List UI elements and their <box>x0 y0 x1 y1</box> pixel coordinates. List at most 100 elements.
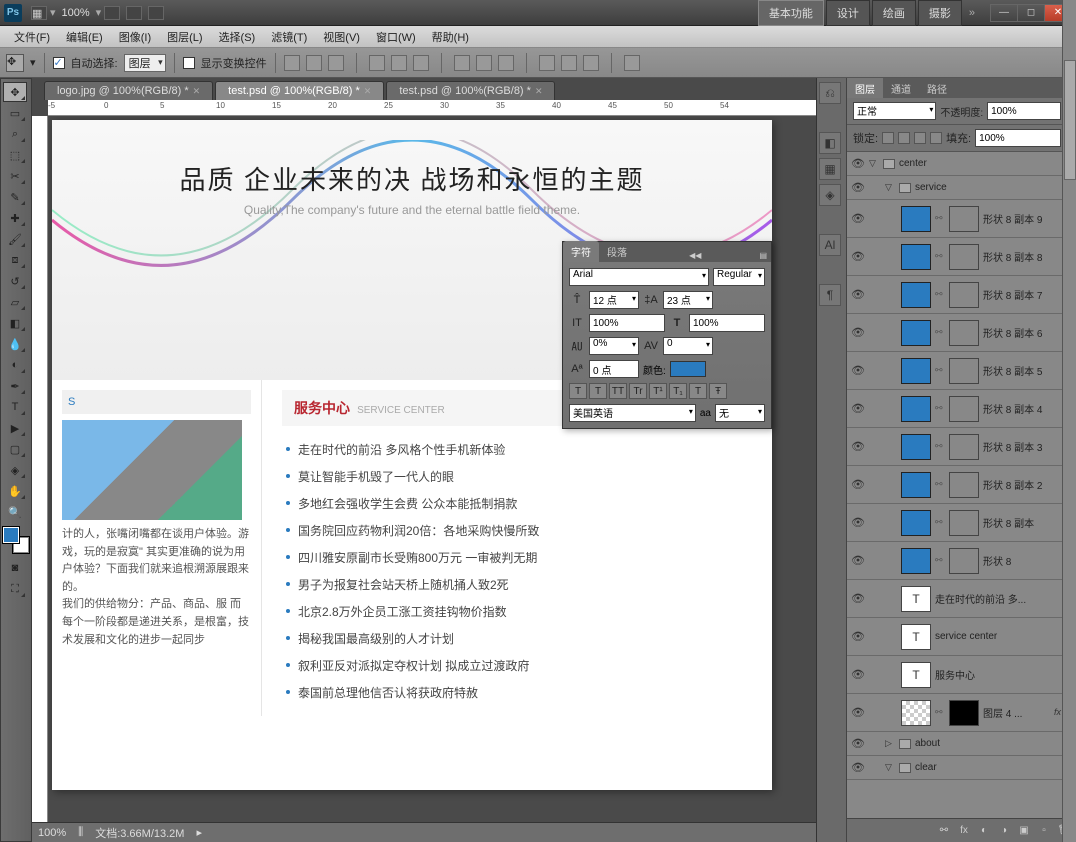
visibility-icon[interactable]: 👁 <box>851 402 865 416</box>
layer-row[interactable]: 👁 ⚯ 形状 8 副本 8 <box>847 238 1076 276</box>
document-tab[interactable]: test.psd @ 100%(RGB/8) *✕ <box>215 81 384 100</box>
status-zoom[interactable]: 100% <box>38 827 66 839</box>
horizontal-ruler[interactable]: -50510152025303540455054 <box>48 100 816 116</box>
layer-row[interactable]: 👁⚯形状 8 副本 4 <box>847 390 1076 428</box>
brush-tool[interactable]: 🖌 <box>3 229 27 249</box>
gradient-tool[interactable]: ◧ <box>3 313 27 333</box>
mask-thumbnail[interactable] <box>949 472 979 498</box>
font-size-select[interactable]: 12 点 <box>589 291 639 309</box>
link-icon[interactable]: ⚯ <box>935 213 945 224</box>
auto-select-checkbox[interactable] <box>53 57 65 69</box>
expand-icon[interactable]: ▽ <box>869 158 879 169</box>
arrow-down-icon[interactable]: ▾ <box>96 6 102 19</box>
distribute-top-icon[interactable] <box>454 55 470 71</box>
layer-name[interactable]: clear <box>915 762 1072 773</box>
visibility-icon[interactable]: 👁 <box>851 181 865 195</box>
align-top-icon[interactable] <box>284 55 300 71</box>
auto-align-icon[interactable] <box>624 55 640 71</box>
arrow-down-icon[interactable]: ▾ <box>30 56 36 69</box>
link-icon[interactable]: ⚯ <box>935 707 945 718</box>
layer-fx-icon[interactable]: fx <box>956 824 972 838</box>
document-tab[interactable]: logo.jpg @ 100%(RGB/8) *✕ <box>44 81 213 100</box>
tracking-b-select[interactable]: 0 <box>663 337 713 355</box>
layer-name[interactable]: 形状 8 副本 5 <box>983 363 1072 378</box>
menu-滤镜[interactable]: 滤镜(T) <box>263 26 315 48</box>
language-select[interactable]: 美国英语 <box>569 404 696 422</box>
move-tool-icon[interactable]: ✥ <box>6 54 24 72</box>
visibility-icon[interactable]: 👁 <box>851 706 865 720</box>
layer-thumbnail[interactable] <box>901 244 931 270</box>
layer-row[interactable]: 👁⚯形状 8 <box>847 542 1076 580</box>
lasso-tool[interactable]: ⌕ <box>3 124 27 144</box>
baseline-input[interactable] <box>589 360 639 378</box>
layer-row[interactable]: 👁T走在时代的前沿 多... <box>847 580 1076 618</box>
healing-tool[interactable]: ✚ <box>3 208 27 228</box>
align-bottom-icon[interactable] <box>328 55 344 71</box>
layer-list[interactable]: 👁▽center👁▽service👁⚯形状 8 副本 9👁⚯形状 8 副本 8👁… <box>847 152 1076 818</box>
link-icon[interactable]: ⚯ <box>935 251 945 262</box>
text-color-swatch[interactable] <box>670 361 706 377</box>
color-panel-icon[interactable]: ◧ <box>819 132 841 154</box>
styles-panel-icon[interactable]: ◈ <box>819 184 841 206</box>
layer-row[interactable]: 👁⚯形状 8 副本 9 <box>847 200 1076 238</box>
lock-position-icon[interactable] <box>914 132 926 144</box>
view-extras-icon[interactable] <box>104 6 120 20</box>
arrange-icon[interactable] <box>126 6 142 20</box>
link-icon[interactable]: ⚯ <box>935 365 945 376</box>
quick-select-tool[interactable]: ⬚ <box>3 145 27 165</box>
menu-编辑[interactable]: 编辑(E) <box>58 26 111 48</box>
canvas[interactable]: 品质 企业未来的决 战场和永恒的主题 Quality,The company's… <box>48 116 816 822</box>
mask-thumbnail[interactable] <box>949 700 979 726</box>
layer-name[interactable]: about <box>915 738 1072 749</box>
status-grip-icon[interactable]: ⫼ <box>78 826 83 839</box>
text-style-button[interactable]: TT <box>609 383 627 399</box>
eyedropper-tool[interactable]: ✎ <box>3 187 27 207</box>
layer-name[interactable]: 形状 8 副本 3 <box>983 439 1072 454</box>
layer-name[interactable]: service <box>915 182 1072 193</box>
layer-row[interactable]: 👁⚯图层 4 ...fx ▾ <box>847 694 1076 732</box>
adjustment-layer-icon[interactable]: ◑ <box>996 824 1012 838</box>
visibility-icon[interactable]: 👁 <box>851 326 865 340</box>
link-icon[interactable]: ⚯ <box>935 479 945 490</box>
text-style-button[interactable]: T¹ <box>649 383 667 399</box>
visibility-icon[interactable]: 👁 <box>851 516 865 530</box>
expand-icon[interactable]: ▽ <box>885 182 895 193</box>
text-style-button[interactable]: T <box>589 383 607 399</box>
layer-thumbnail[interactable] <box>901 358 931 384</box>
menu-帮助[interactable]: 帮助(H) <box>424 26 477 48</box>
layer-name[interactable]: 形状 8 副本 9 <box>983 211 1072 226</box>
close-tab-icon[interactable]: ✕ <box>364 86 372 97</box>
foreground-color[interactable] <box>3 527 19 543</box>
history-brush-tool[interactable]: ↺ <box>3 271 27 291</box>
link-icon[interactable]: ⚯ <box>935 289 945 300</box>
blur-tool[interactable]: 💧 <box>3 334 27 354</box>
layer-thumbnail[interactable] <box>901 396 931 422</box>
align-right-icon[interactable] <box>413 55 429 71</box>
visibility-icon[interactable]: 👁 <box>851 250 865 264</box>
auto-select-target[interactable]: 图层 <box>124 54 166 72</box>
menu-文件[interactable]: 文件(F) <box>6 26 58 48</box>
layer-name[interactable]: 形状 8 副本 8 <box>983 249 1072 264</box>
mask-thumbnail[interactable] <box>949 548 979 574</box>
paragraph-panel-icon[interactable]: ¶ <box>819 284 841 306</box>
screen-mode-icon[interactable] <box>148 6 164 20</box>
hand-tool[interactable]: ✋ <box>3 481 27 501</box>
menu-图层[interactable]: 图层(L) <box>159 26 210 48</box>
visibility-icon[interactable]: 👁 <box>851 592 865 606</box>
visibility-icon[interactable]: 👁 <box>851 761 865 775</box>
mask-thumbnail[interactable] <box>949 244 979 270</box>
close-tab-icon[interactable]: ✕ <box>535 86 543 97</box>
text-style-button[interactable]: Ŧ <box>709 383 727 399</box>
menu-选择[interactable]: 选择(S) <box>211 26 264 48</box>
lock-all-icon[interactable] <box>930 132 942 144</box>
history-panel-icon[interactable]: ⎌ <box>819 82 841 104</box>
link-icon[interactable]: ⚯ <box>935 555 945 566</box>
link-layers-icon[interactable]: ⚯ <box>936 824 952 838</box>
mask-thumbnail[interactable] <box>949 434 979 460</box>
char-tab[interactable]: 字符 <box>563 241 599 262</box>
align-left-icon[interactable] <box>369 55 385 71</box>
move-tool[interactable]: ✥ <box>3 82 27 102</box>
link-icon[interactable]: ⚯ <box>935 403 945 414</box>
adjustments-panel-icon[interactable]: Al <box>819 234 841 256</box>
layer-row[interactable]: 👁⚯形状 8 副本 7 <box>847 276 1076 314</box>
